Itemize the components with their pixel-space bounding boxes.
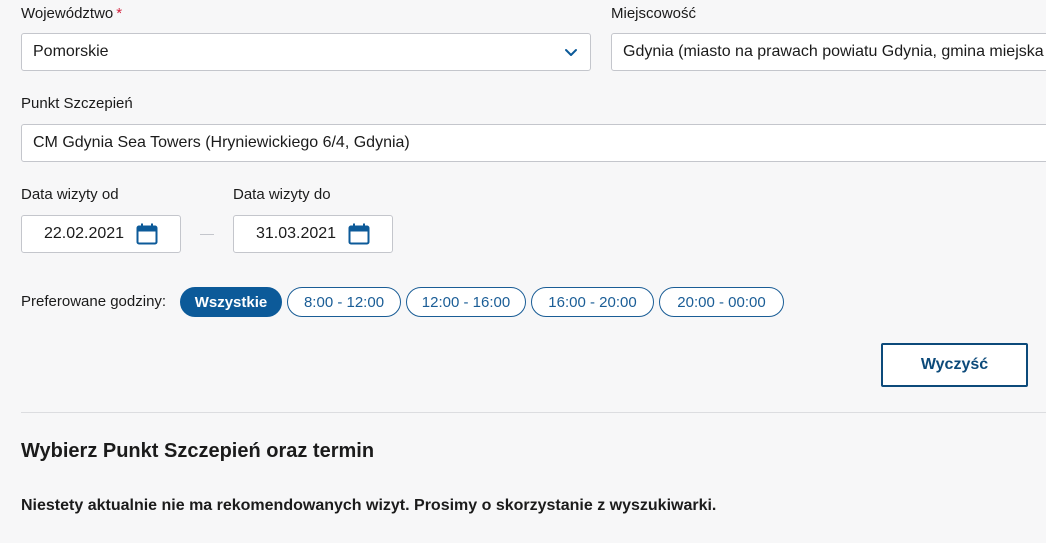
chevron-down-icon [565,49,577,56]
city-value: Gdynia (miasto na prawach powiatu Gdynia… [623,43,1044,60]
hours-chip-20-00[interactable]: 20:00 - 00:00 [659,287,784,317]
voivodeship-label-text: Województwo [21,5,114,22]
vaccination-search-form: Województwo * Pomorskie Miejscowość Gdyni… [0,0,1046,543]
no-appointments-notice: Niestety aktualnie nie ma rekomendowanyc… [21,497,717,514]
date-to-value: 31.03.2021 [255,225,337,242]
voivodeship-value: Pomorskie [33,43,109,60]
city-label: Miejscowość [611,5,697,22]
voivodeship-label: Województwo * [21,5,122,22]
calendar-icon[interactable] [348,223,370,245]
hours-chip-12-16[interactable]: 12:00 - 16:00 [406,287,526,317]
date-range-separator [200,234,214,235]
hours-chip-16-20[interactable]: 16:00 - 20:00 [531,287,654,317]
date-from-value: 22.02.2021 [43,225,125,242]
calendar-icon[interactable] [136,223,158,245]
preferred-hours-label: Preferowane godziny: [21,293,167,310]
date-from-label: Data wizyty od [21,186,119,203]
hours-chip-8-12[interactable]: 8:00 - 12:00 [287,287,401,317]
vaccination-point-value: CM Gdynia Sea Towers (Hryniewickiego 6/4… [33,134,410,151]
voivodeship-select[interactable]: Pomorskie [21,33,591,71]
vaccination-point-label: Punkt Szczepień [21,95,133,112]
date-to-field[interactable]: 31.03.2021 [233,215,393,253]
date-to-label: Data wizyty do [233,186,331,203]
hours-chip-all[interactable]: Wszystkie [180,287,282,317]
results-title: Wybierz Punkt Szczepień oraz termin [21,440,375,462]
city-select[interactable]: Gdynia (miasto na prawach powiatu Gdynia… [611,33,1046,71]
date-from-field[interactable]: 22.02.2021 [21,215,181,253]
section-divider [21,412,1046,413]
vaccination-point-select[interactable]: CM Gdynia Sea Towers (Hryniewickiego 6/4… [21,124,1046,162]
clear-button[interactable]: Wyczyść [881,343,1028,387]
required-mark: * [116,5,123,22]
